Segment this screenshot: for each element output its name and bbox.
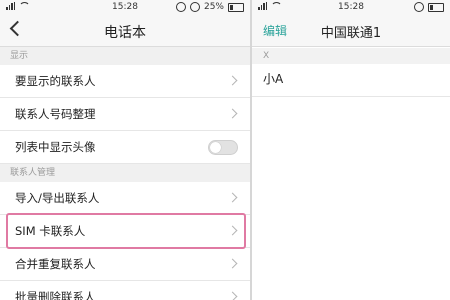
row-label: SIM 卡联系人	[15, 224, 86, 238]
status-bar: 15:28 25%	[0, 0, 250, 16]
navigation-bar: 编辑 中国联通1	[252, 16, 450, 47]
toggle-knob	[210, 142, 221, 153]
chevron-right-icon	[227, 258, 238, 269]
section-header-contact-management: 联系人管理	[0, 164, 250, 182]
chevron-right-icon	[227, 75, 238, 86]
page-title: 电话本	[104, 25, 146, 41]
alarm-icon	[414, 2, 424, 12]
row-batch-delete[interactable]: 批量删除联系人	[0, 281, 250, 300]
contact-name: 小A	[263, 72, 284, 86]
row-label: 合并重复联系人	[15, 257, 96, 271]
sim-contacts-screen: 15:28 编辑 中国联通1 X 小A	[252, 0, 450, 300]
row-merge-duplicates[interactable]: 合并重复联系人	[0, 248, 250, 281]
navigation-bar: 电话本	[0, 16, 250, 47]
chevron-right-icon	[227, 108, 238, 119]
row-label: 导入/导出联系人	[15, 191, 100, 205]
row-visible-contacts[interactable]: 要显示的联系人	[0, 65, 250, 98]
index-letter-header: X	[252, 48, 450, 64]
row-organize-numbers[interactable]: 联系人号码整理	[0, 98, 250, 131]
chevron-right-icon	[227, 225, 238, 236]
row-sim-contacts[interactable]: SIM 卡联系人	[0, 215, 250, 248]
section-header-display: 显示	[0, 47, 250, 65]
chevron-right-icon	[227, 291, 238, 300]
sync-icon	[189, 2, 200, 12]
alarm-icon	[175, 2, 186, 12]
avatar-toggle[interactable]	[208, 140, 238, 155]
row-label: 要显示的联系人	[15, 74, 96, 88]
battery-percent: 25%	[203, 2, 224, 12]
row-show-avatar: 列表中显示头像	[0, 131, 250, 164]
battery-icon	[228, 2, 244, 12]
page-title: 中国联通1	[320, 26, 382, 41]
phonebook-settings-screen: 15:28 25% 电话本 显示 要显示的联系人 联系人号码整理 列表中显示头像…	[0, 0, 250, 300]
row-label: 联系人号码整理	[15, 107, 96, 121]
row-label: 批量删除联系人	[15, 290, 96, 300]
row-label: 列表中显示头像	[15, 140, 96, 154]
row-import-export[interactable]: 导入/导出联系人	[0, 182, 250, 215]
status-bar: 15:28	[252, 0, 450, 16]
battery-icon	[428, 2, 444, 12]
chevron-right-icon	[227, 192, 238, 203]
contact-item[interactable]: 小A	[252, 64, 450, 97]
